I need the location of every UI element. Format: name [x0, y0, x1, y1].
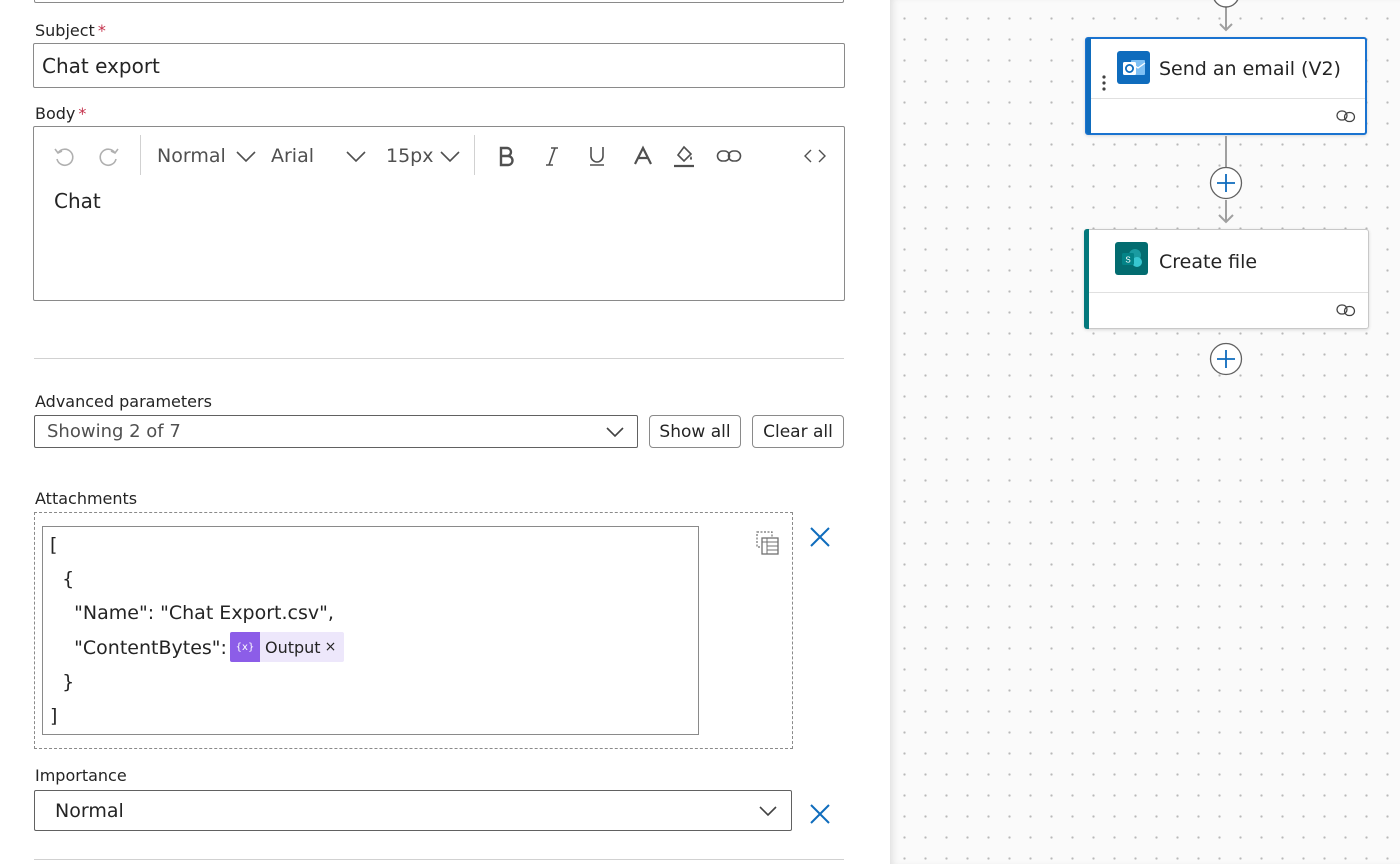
token-label: Output	[265, 637, 321, 657]
bold-button[interactable]	[496, 141, 516, 171]
drag-handle-icon	[1102, 75, 1106, 91]
code-view-button[interactable]	[803, 141, 827, 171]
add-icon	[1209, 166, 1243, 200]
remove-attachments-button[interactable]	[809, 526, 831, 552]
close-icon	[810, 527, 830, 547]
outlook-icon	[1117, 51, 1150, 84]
required-mark: *	[97, 21, 106, 40]
code-line: "Name": "Chat Export.csv",	[50, 602, 334, 624]
body-label: Body *	[35, 104, 86, 123]
attachments-field: [ { "Name": "Chat Export.csv", "ContentB…	[34, 512, 793, 749]
editor-toolbar: Normal Arial 15px	[34, 127, 844, 187]
show-all-button[interactable]: Show all	[649, 415, 741, 448]
advanced-parameters-value: Showing 2 of 7	[47, 421, 181, 442]
link-icon	[1336, 304, 1356, 317]
card-link-button[interactable]	[1336, 108, 1356, 127]
redo-button[interactable]	[97, 141, 121, 171]
advanced-parameters-label: Advanced parameters	[35, 392, 212, 411]
chevron-down-icon	[606, 426, 624, 437]
font-color-icon	[634, 145, 652, 165]
highlight-icon	[674, 145, 694, 168]
chevron-down-icon	[759, 805, 777, 816]
attachments-label: Attachments	[35, 489, 138, 508]
code-line: [	[50, 534, 58, 556]
importance-value: Normal	[55, 799, 124, 822]
importance-dropdown[interactable]: Normal	[34, 790, 792, 831]
section-divider	[34, 859, 844, 860]
step-card-send-email[interactable]: Send an email (V2)	[1085, 37, 1367, 135]
code-line: }	[50, 671, 75, 693]
section-divider	[34, 358, 844, 359]
previous-field-edge	[34, 0, 844, 3]
font-size-dropdown[interactable]: 15px	[386, 141, 461, 171]
link-icon	[1336, 110, 1356, 123]
required-mark: *	[78, 104, 87, 123]
switch-to-text-mode-button[interactable]	[755, 530, 781, 560]
code-line: "ContentBytes":	[50, 637, 233, 659]
card-link-button[interactable]	[1336, 302, 1356, 321]
card-divider	[1091, 98, 1365, 99]
add-step-button[interactable]	[1209, 342, 1243, 380]
italic-icon	[546, 147, 558, 166]
paragraph-style-dropdown[interactable]: Normal	[157, 141, 257, 171]
code-view-icon	[804, 149, 826, 163]
font-family-dropdown[interactable]: Arial	[271, 141, 367, 171]
body-content[interactable]: Chat	[54, 189, 101, 213]
insert-step-button[interactable]	[1209, 166, 1243, 204]
undo-button[interactable]	[52, 141, 76, 171]
card-accent	[1086, 38, 1091, 134]
advanced-parameters-dropdown[interactable]: Showing 2 of 7	[34, 415, 638, 448]
code-line: ]	[50, 705, 58, 727]
drag-handle[interactable]	[1101, 74, 1107, 96]
step-title: Create file	[1159, 251, 1258, 273]
arrow-down-icon	[1218, 214, 1234, 224]
chevron-down-icon	[346, 151, 366, 163]
subject-label-text: Subject	[35, 21, 95, 40]
step-title: Send an email (V2)	[1159, 58, 1341, 80]
table-copy-icon	[756, 531, 779, 555]
code-line: {	[50, 568, 75, 590]
underline-button[interactable]	[587, 141, 607, 171]
add-icon	[1209, 342, 1243, 376]
redo-icon	[99, 148, 119, 166]
body-label-text: Body	[35, 104, 76, 123]
toolbar-divider	[140, 135, 141, 175]
card-divider	[1089, 292, 1368, 293]
action-settings-panel: Subject * Chat export Body * Normal Arial …	[0, 0, 890, 864]
subject-label: Subject *	[35, 21, 106, 40]
italic-button[interactable]	[542, 141, 562, 171]
chevron-down-icon	[236, 151, 256, 163]
body-editor[interactable]: Normal Arial 15px Chat	[33, 126, 845, 301]
font-color-button[interactable]	[632, 141, 654, 171]
dynamic-content-token[interactable]: {x} Output ×	[230, 632, 345, 662]
step-card-create-file[interactable]: S Create file	[1084, 229, 1369, 329]
insert-link-button[interactable]	[716, 141, 742, 171]
paragraph-style-value: Normal	[157, 145, 226, 167]
connector-arrow-icon	[1213, 0, 1239, 32]
close-icon	[810, 804, 830, 824]
toolbar-divider	[474, 135, 475, 175]
connector-line	[1225, 136, 1227, 168]
clear-all-button[interactable]: Clear all	[752, 415, 844, 448]
undo-icon	[54, 148, 74, 166]
importance-label: Importance	[35, 766, 127, 785]
font-family-value: Arial	[271, 145, 315, 167]
expression-icon: {x}	[230, 632, 260, 662]
attachments-editor[interactable]: [ { "Name": "Chat Export.csv", "ContentB…	[42, 526, 699, 735]
underline-icon	[590, 147, 604, 166]
bold-icon	[499, 146, 514, 167]
remove-importance-button[interactable]	[809, 803, 831, 829]
svg-text:S: S	[1125, 255, 1130, 264]
highlight-button[interactable]	[672, 141, 696, 171]
card-accent	[1084, 229, 1089, 329]
chevron-down-icon	[440, 151, 461, 163]
link-icon	[716, 150, 742, 162]
subject-input[interactable]: Chat export	[33, 43, 845, 88]
remove-token-button[interactable]: ×	[325, 639, 337, 655]
font-size-value: 15px	[386, 145, 434, 167]
sharepoint-icon: S	[1115, 242, 1148, 275]
